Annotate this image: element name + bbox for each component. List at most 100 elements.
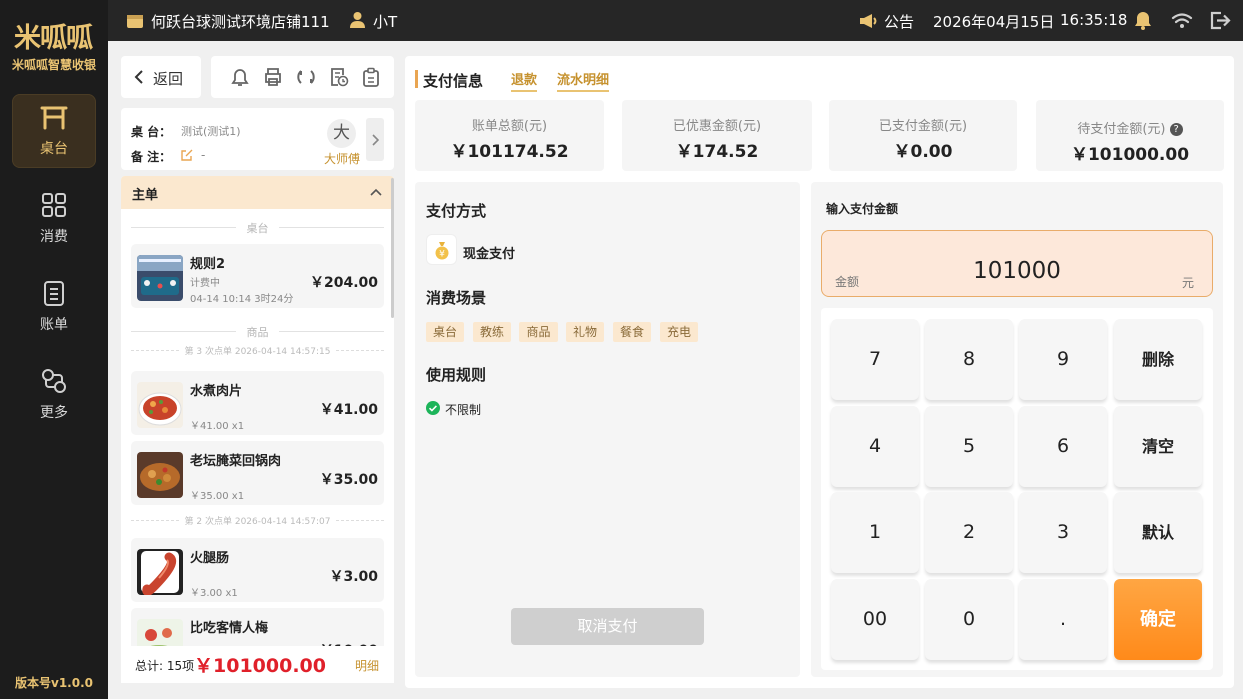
separator-table: 桌台 bbox=[131, 220, 384, 236]
avatar: 大 bbox=[327, 119, 356, 148]
brand-name: 米呱呱智慧收银 bbox=[11, 58, 96, 72]
key-dot[interactable]: . bbox=[1019, 579, 1107, 660]
input-title: 输入支付金额 bbox=[826, 202, 899, 216]
notice-link[interactable]: 公告 bbox=[884, 11, 914, 32]
detail-link[interactable]: 明细 bbox=[355, 657, 379, 674]
print-icon[interactable] bbox=[263, 67, 283, 87]
logo-text: 米呱呱 bbox=[14, 23, 93, 54]
order-item[interactable]: 规则2 计费中 04-14 10:14 3时24分 ￥204.00 bbox=[131, 244, 384, 308]
amount-input[interactable]: 金额 101000 元 bbox=[821, 230, 1213, 297]
pay-method-label[interactable]: 现金支付 bbox=[463, 243, 515, 262]
key-0[interactable]: 0 bbox=[925, 579, 1013, 660]
stat-label: 已支付金额(元) bbox=[878, 119, 968, 134]
wifi-icon bbox=[1171, 13, 1193, 28]
key-7[interactable]: 7 bbox=[831, 319, 919, 400]
item-price: ￥41.00 bbox=[319, 402, 378, 418]
nav-item-label: 更多 bbox=[40, 405, 68, 421]
tab-refund[interactable]: 退款 bbox=[511, 69, 538, 92]
logout-icon[interactable] bbox=[1209, 11, 1231, 30]
tab-flow-detail[interactable]: 流水明细 bbox=[557, 69, 610, 92]
nav-item-consume[interactable]: 消费 bbox=[12, 182, 96, 256]
title-bar-marker bbox=[415, 70, 418, 88]
item-name: 火腿肠 bbox=[190, 551, 230, 566]
key-1[interactable]: 1 bbox=[831, 492, 919, 573]
stat-value: ￥174.52 bbox=[675, 142, 759, 162]
stat-discount: 已优惠金额(元) ￥174.52 bbox=[622, 100, 812, 171]
key-9[interactable]: 9 bbox=[1019, 319, 1107, 400]
nav-item-label: 账单 bbox=[40, 317, 68, 333]
main-order-title: 主单 bbox=[132, 188, 159, 203]
svg-text:¥: ¥ bbox=[439, 250, 445, 260]
food-image bbox=[137, 452, 183, 498]
key-8[interactable]: 8 bbox=[925, 319, 1013, 400]
nav-item-label: 消费 bbox=[40, 229, 68, 245]
payment-method-panel: 支付方式 ¥ 现金支付 消费场景 桌台 教练 商品 礼物 餐食 充电 使用规则 … bbox=[415, 182, 800, 677]
back-button[interactable]: 返回 bbox=[121, 56, 201, 98]
toolbar bbox=[211, 56, 394, 98]
expand-button[interactable] bbox=[366, 118, 384, 161]
confirm-button[interactable]: 确定 bbox=[1114, 579, 1202, 660]
order-item[interactable]: 水煮肉片 ￥41.00 x1 ￥41.00 bbox=[131, 371, 384, 435]
main-order-header[interactable]: 主单 bbox=[121, 176, 394, 209]
stat-value: ￥0.00 bbox=[893, 142, 953, 162]
item-price: ￥204.00 bbox=[309, 275, 378, 291]
item-name: 老坛腌菜回锅肉 bbox=[190, 454, 282, 469]
item-status: 计费中 bbox=[190, 278, 220, 289]
key-4[interactable]: 4 bbox=[831, 406, 919, 487]
top-bar: 何跃台球测试环境店铺111 小T 公告 2026年04月15日 16:35:18 bbox=[108, 0, 1243, 41]
stat-paid: 已支付金额(元) ￥0.00 bbox=[829, 100, 1017, 171]
sausage-image bbox=[137, 549, 183, 595]
food-image bbox=[137, 382, 183, 428]
key-00[interactable]: 00 bbox=[831, 579, 919, 660]
scene-tag: 教练 bbox=[473, 322, 511, 342]
store-icon bbox=[127, 15, 143, 28]
refresh-icon[interactable] bbox=[296, 67, 316, 87]
cash-option[interactable]: ¥ bbox=[426, 234, 457, 265]
key-6[interactable]: 6 bbox=[1019, 406, 1107, 487]
stat-label: 已优惠金额(元) bbox=[672, 119, 762, 134]
scene-tag: 餐食 bbox=[613, 322, 651, 342]
bell-icon[interactable] bbox=[1134, 11, 1152, 30]
cancel-payment-button[interactable]: 取消支付 bbox=[511, 608, 704, 645]
amount-unit: 元 bbox=[1181, 276, 1194, 290]
scene-title: 消费场景 bbox=[426, 289, 487, 307]
table-value: 测试(测试1) bbox=[181, 125, 241, 138]
scrollbar[interactable] bbox=[391, 178, 394, 318]
clipboard-icon[interactable] bbox=[361, 67, 381, 87]
help-icon[interactable]: ? bbox=[1169, 123, 1183, 136]
payment-title: 支付信息 bbox=[423, 72, 484, 90]
nav-item-more[interactable]: 更多 bbox=[12, 358, 96, 432]
default-button[interactable]: 默认 bbox=[1114, 492, 1202, 573]
scene-tag: 充电 bbox=[660, 322, 698, 342]
separator-goods: 商品 bbox=[131, 324, 384, 340]
stat-total: 账单总额(元) ￥101174.52 bbox=[415, 100, 604, 171]
clear-button[interactable]: 清空 bbox=[1114, 406, 1202, 487]
version-label: 版本号v1.0.0 bbox=[15, 676, 93, 690]
stat-label: 待支付金额(元) ? bbox=[1036, 118, 1224, 137]
key-2[interactable]: 2 bbox=[925, 492, 1013, 573]
waiter-name: 大师傅 bbox=[324, 152, 361, 166]
megaphone-icon bbox=[860, 14, 877, 28]
stat-label: 账单总额(元) bbox=[471, 119, 548, 134]
edit-icon[interactable] bbox=[181, 149, 193, 161]
item-name: 比吃客情人梅 bbox=[190, 621, 269, 636]
remark-label: 备 注： bbox=[131, 150, 172, 164]
user-name[interactable]: 小T bbox=[373, 11, 397, 32]
chevron-right-icon bbox=[372, 134, 379, 146]
batch-divider-2: 第 2 次点单 2026-04-14 14:57:07 bbox=[131, 517, 384, 534]
stat-value: ￥101174.52 bbox=[450, 142, 569, 162]
key-3[interactable]: 3 bbox=[1019, 492, 1107, 573]
nav-item-table[interactable]: 桌台 bbox=[12, 94, 96, 168]
amount-value: 101000 bbox=[973, 258, 1061, 284]
order-time-icon[interactable] bbox=[329, 67, 349, 87]
remark-value: - bbox=[201, 148, 206, 162]
order-item[interactable]: 老坛腌菜回锅肉 ￥35.00 x1 ￥35.00 bbox=[131, 441, 384, 505]
money-bag-icon: ¥ bbox=[435, 242, 449, 260]
key-5[interactable]: 5 bbox=[925, 406, 1013, 487]
delete-button[interactable]: 删除 bbox=[1114, 319, 1202, 400]
nav-item-bill[interactable]: 账单 bbox=[12, 270, 96, 344]
stat-value: ￥101000.00 bbox=[1070, 145, 1190, 165]
bell-service-icon[interactable] bbox=[231, 67, 249, 87]
chevron-up-icon bbox=[370, 188, 382, 196]
order-item[interactable]: 火腿肠 ￥3.00 x1 ￥3.00 bbox=[131, 538, 384, 602]
